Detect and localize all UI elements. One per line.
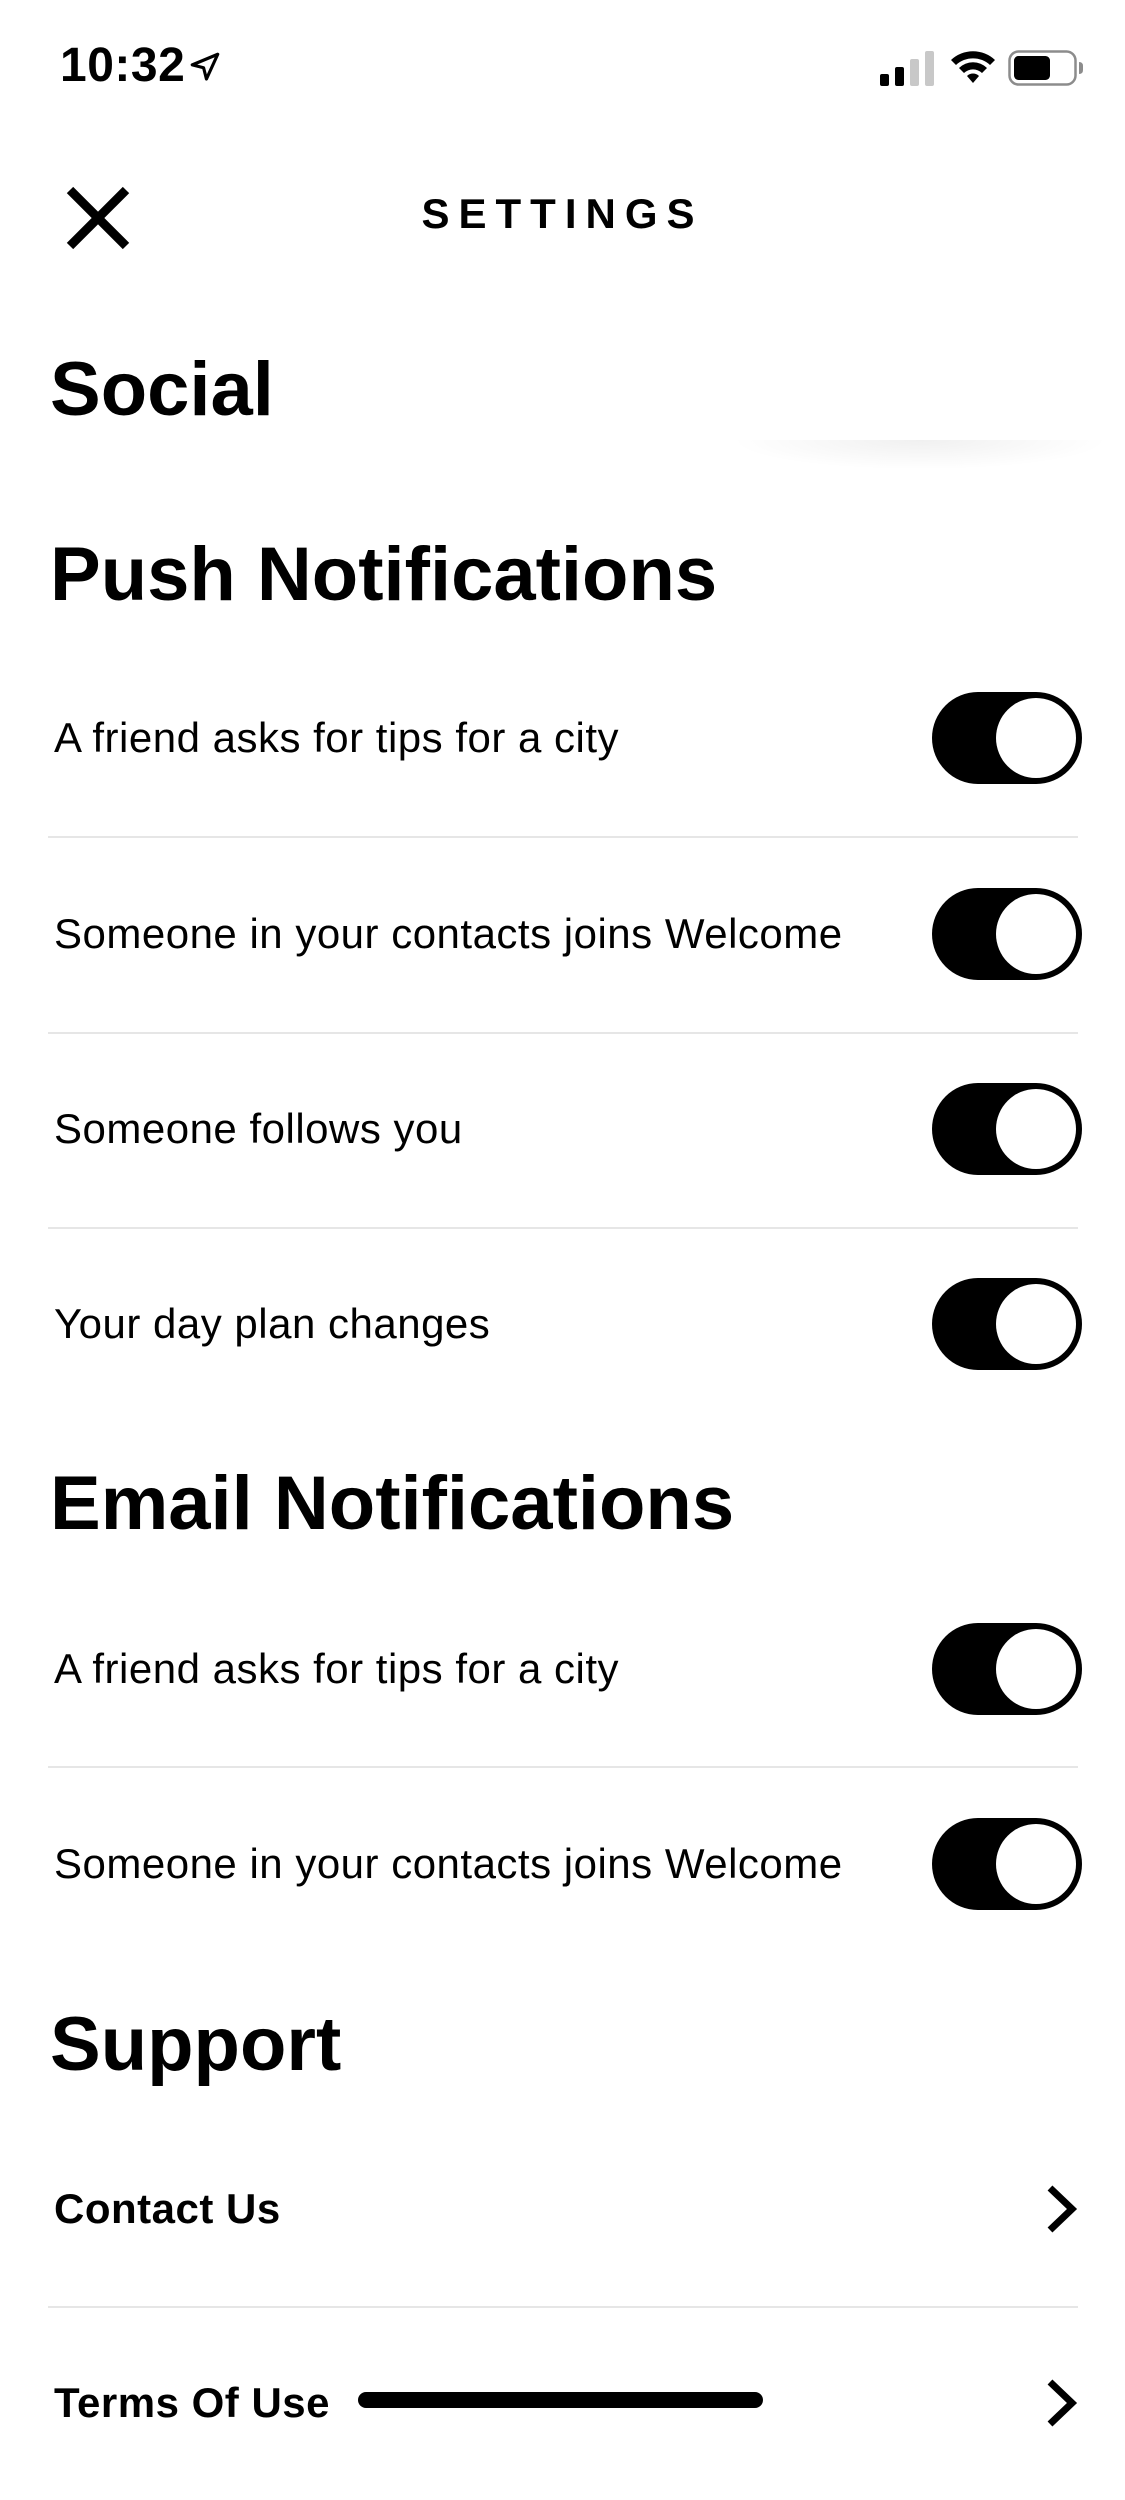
status-time: 10:32 [60,39,186,92]
wifi-icon [951,51,995,83]
push-follows-toggle[interactable] [932,1083,1082,1175]
email-setting-row: Someone in your contacts joins Welcome [48,1767,1082,1961]
page-title: SETTINGS [421,190,704,237]
push-friend-tips-toggle[interactable] [932,692,1082,784]
email-friend-tips-toggle[interactable] [932,1623,1082,1715]
section-heading-support: Support [50,2002,342,2087]
chevron-right-icon [1047,2379,1078,2427]
setting-label: Your day plan changes [54,1300,491,1347]
push-contacts-join-toggle[interactable] [932,888,1082,980]
toggle-knob [996,894,1076,974]
email-setting-row: A friend asks for tips for a city [48,1572,1082,1766]
toggle-knob [996,1629,1076,1709]
toggle-knob [996,698,1076,778]
status-bar: 10:32 [0,0,1125,132]
push-day-plan-toggle[interactable] [932,1278,1082,1370]
section-heading-social: Social [50,347,274,432]
toggle-knob [996,1089,1076,1169]
setting-label: A friend asks for tips for a city [54,1645,620,1692]
push-setting-row: Someone in your contacts joins Welcome [48,837,1082,1031]
home-indicator[interactable] [358,2392,763,2408]
push-setting-row: Your day plan changes [48,1227,1082,1421]
chevron-right-icon [1047,2185,1078,2233]
contact-us-row[interactable]: Contact Us [48,2112,1078,2306]
setting-label: A friend asks for tips for a city [54,714,620,761]
section-heading-email-notifications: Email Notifications [50,1461,735,1546]
setting-label: Someone in your contacts joins Welcome [54,1840,843,1887]
toggle-knob [996,1824,1076,1904]
terms-of-use-label: Terms Of Use [54,2379,330,2426]
cellular-signal-icon [880,51,934,86]
push-setting-row: A friend asks for tips for a city [48,641,1082,835]
battery-icon [1008,50,1083,86]
email-contacts-join-toggle[interactable] [932,1818,1082,1910]
section-heading-push-notifications: Push Notifications [50,532,718,617]
contact-us-label: Contact Us [54,2185,281,2232]
setting-label: Someone in your contacts joins Welcome [54,910,843,957]
push-setting-row: Someone follows you [48,1032,1082,1226]
toggle-knob [996,1284,1076,1364]
location-arrow-icon [190,52,220,81]
decorative-shadow [730,440,1110,470]
setting-label: Someone follows you [54,1105,463,1152]
